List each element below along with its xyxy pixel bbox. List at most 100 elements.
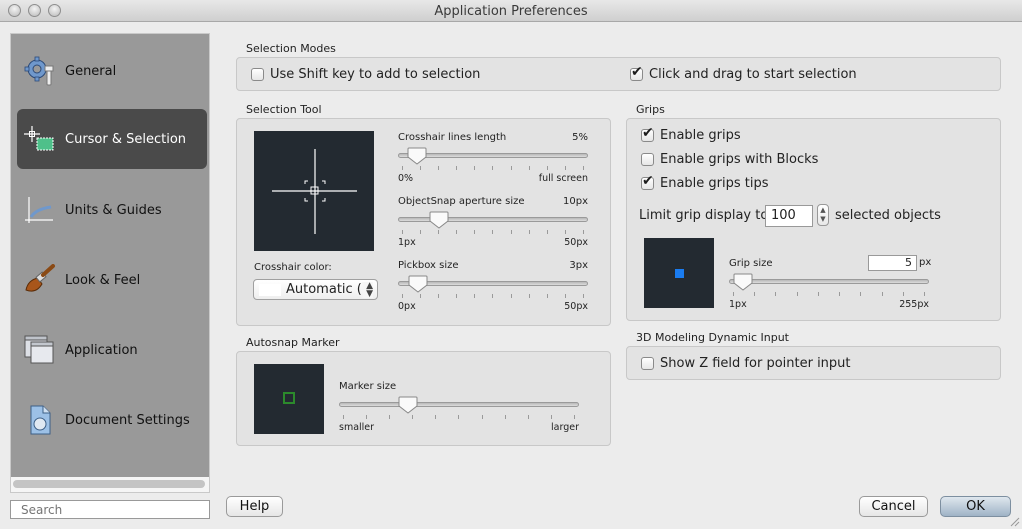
sidebar-item-label: Document Settings: [65, 412, 190, 428]
checkbox-label: Click and drag to start selection: [649, 67, 857, 82]
slider-knob[interactable]: [429, 211, 449, 229]
sidebar-item-cursor-selection[interactable]: Cursor & Selection: [17, 109, 207, 169]
shift-key-checkbox[interactable]: Use Shift key to add to selection: [251, 67, 480, 82]
slider-max-label: full screen: [538, 173, 588, 184]
slider-value: 3px: [569, 260, 588, 271]
marker-size-slider[interactable]: Marker size smaller larger: [339, 381, 579, 436]
pickbox-size-slider[interactable]: Pickbox size 3px 0px 50px: [398, 260, 588, 315]
click-drag-checkbox[interactable]: Click and drag to start selection: [630, 64, 857, 82]
slider-knob[interactable]: [407, 147, 427, 165]
slider-ticks: [733, 292, 925, 296]
ok-button[interactable]: OK: [940, 496, 1011, 517]
limit-grip-stepper[interactable]: ▲ ▼: [817, 204, 829, 226]
limit-grip-label: Limit grip display to: [639, 208, 769, 223]
gear-wrench-icon: [21, 54, 59, 88]
slider-ticks: [402, 294, 584, 298]
checkbox-box[interactable]: [641, 153, 654, 166]
slider-min-label: smaller: [339, 422, 375, 433]
dynamic-input-heading: 3D Modeling Dynamic Input: [636, 331, 789, 344]
slider-label: Marker size: [339, 381, 397, 392]
limit-grip-input[interactable]: 100: [765, 205, 813, 227]
autosnap-marker-icon: [283, 392, 295, 404]
color-swatch: [259, 284, 281, 296]
slider-min-label: 0%: [398, 173, 414, 184]
help-button[interactable]: Help: [226, 496, 283, 517]
slider-track[interactable]: [339, 402, 579, 407]
slider-value: 5%: [572, 132, 588, 143]
enable-grips-tips-checkbox[interactable]: Enable grips tips: [641, 173, 769, 191]
slider-knob[interactable]: [733, 273, 753, 291]
slider-max-label: 50px: [564, 237, 588, 248]
slider-knob[interactable]: [398, 396, 418, 414]
sidebar-item-general[interactable]: General: [17, 41, 207, 101]
slider-ticks: [402, 166, 584, 170]
slider-knob[interactable]: [408, 275, 428, 293]
slider-ticks: [343, 415, 575, 419]
sidebar-item-label: Look & Feel: [65, 272, 141, 288]
crosshair-preview: [254, 131, 374, 251]
updown-arrows-icon: ▲ ▼: [360, 282, 373, 299]
slider-track[interactable]: [398, 217, 588, 222]
slider-track[interactable]: [729, 279, 929, 284]
enable-grips-blocks-checkbox[interactable]: Enable grips with Blocks: [641, 152, 818, 167]
sidebar-item-label: General: [65, 63, 117, 79]
show-z-field-checkbox[interactable]: Show Z field for pointer input: [641, 356, 851, 371]
slider-label: Crosshair lines length: [398, 132, 507, 143]
slider-track[interactable]: [398, 153, 588, 158]
checkbox-box[interactable]: [641, 357, 654, 370]
crosshair-selection-icon: [21, 122, 59, 156]
enable-grips-checkbox[interactable]: Enable grips: [641, 125, 741, 143]
checkbox-box[interactable]: [630, 64, 643, 81]
grip-square-icon: [675, 269, 684, 278]
sidebar-item-label: Cursor & Selection: [65, 131, 187, 147]
document-icon: [21, 403, 59, 437]
sidebar-scrollbar[interactable]: [11, 477, 209, 492]
selection-tool-heading: Selection Tool: [246, 103, 322, 116]
autosnap-preview: [254, 364, 324, 434]
paintbrush-icon: [21, 263, 59, 297]
cancel-button[interactable]: Cancel: [859, 496, 928, 517]
autosnap-heading: Autosnap Marker: [246, 336, 340, 349]
checkbox-label: Enable grips tips: [660, 176, 769, 191]
crosshair-color-select[interactable]: Automatic ( ▲ ▼: [253, 279, 378, 300]
checkbox-box[interactable]: [641, 173, 654, 190]
slider-max-label: 50px: [564, 301, 588, 312]
slider-value: 10px: [563, 196, 588, 207]
crosshair-icon: [272, 149, 357, 234]
search-input[interactable]: [10, 500, 210, 519]
slider-label: Pickbox size: [398, 260, 459, 271]
sidebar-item-units-guides[interactable]: Units & Guides: [17, 180, 207, 240]
checkbox-box[interactable]: [641, 125, 654, 142]
checkbox-label: Enable grips: [660, 128, 741, 143]
grips-heading: Grips: [636, 103, 665, 116]
slider-min-label: 1px: [398, 237, 416, 248]
slider-label: Grip size: [729, 258, 773, 269]
resize-grip-icon[interactable]: [1010, 517, 1020, 527]
scrollbar-thumb[interactable]: [13, 480, 205, 488]
slider-min-label: 0px: [398, 301, 416, 312]
sidebar-item-document-settings[interactable]: Document Settings: [17, 390, 207, 450]
slider-max-label: 255px: [899, 299, 929, 310]
checkbox-label: Use Shift key to add to selection: [270, 67, 481, 82]
slider-min-label: 1px: [729, 299, 747, 310]
slider-ticks: [402, 230, 584, 234]
checkbox-label: Enable grips with Blocks: [660, 152, 819, 167]
sidebar-item-application[interactable]: Application: [17, 320, 207, 380]
slider-max-label: larger: [551, 422, 579, 433]
grip-size-unit: px: [919, 257, 932, 268]
sidebar-item-label: Application: [65, 342, 138, 358]
grip-size-input[interactable]: 5: [868, 255, 917, 271]
select-value: Automatic (: [286, 282, 362, 297]
checkbox-label: Show Z field for pointer input: [660, 356, 851, 371]
slider-label: ObjectSnap aperture size: [398, 196, 525, 207]
limit-grip-suffix: selected objects: [835, 208, 941, 223]
objectsnap-aperture-slider[interactable]: ObjectSnap aperture size 10px 1px 50px: [398, 196, 588, 251]
checkbox-box[interactable]: [251, 68, 264, 81]
sidebar-item-label: Units & Guides: [65, 202, 162, 218]
sidebar-item-look-feel[interactable]: Look & Feel: [17, 250, 207, 310]
title-bar: Application Preferences: [0, 0, 1022, 22]
windows-icon: [21, 333, 59, 367]
ruler-axes-icon: [21, 193, 59, 227]
sidebar: General Cursor & Selection Units & Guide…: [10, 33, 210, 493]
crosshair-length-slider[interactable]: Crosshair lines length 5% 0% full screen: [398, 132, 588, 187]
